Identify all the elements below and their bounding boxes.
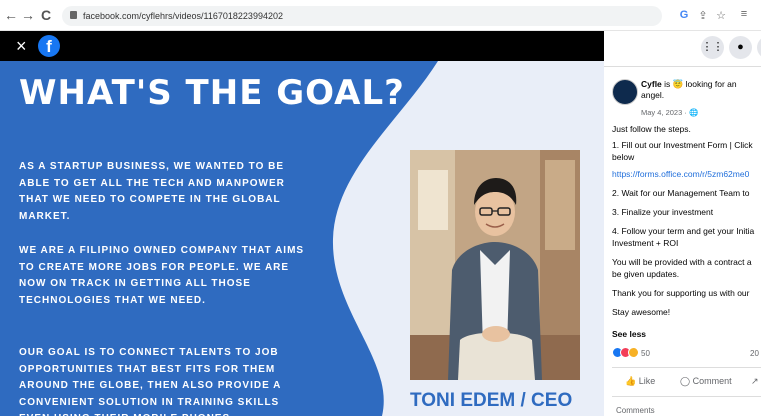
messenger-icon[interactable]: ● <box>729 36 752 59</box>
post-line-6: 3. Finalize your investment <box>612 207 714 217</box>
slide-paragraph-3: OUR GOAL IS TO CONNECT TALENTS TO JOB OP… <box>19 347 282 416</box>
ceo-caption: TONI EDEM / CEO <box>410 390 573 411</box>
like-label: Like <box>638 376 656 386</box>
comment-button[interactable]: ◯ Comment <box>680 376 732 387</box>
post-line-9: You will be provided with a contract a <box>612 257 752 267</box>
header-divider <box>604 66 761 67</box>
menu-grid-icon[interactable]: ⋮⋮ <box>701 36 724 59</box>
like-icon: 👍 <box>625 376 637 386</box>
see-less-link[interactable]: See less <box>612 329 646 341</box>
notifications-icon[interactable] <box>757 36 761 59</box>
investment-form-link[interactable]: https://forms.office.com/r/5zm62me0 <box>612 169 749 181</box>
post-line-7: 4. Follow your term and get your Initia <box>612 226 755 236</box>
post-line-5: 2. Wait for our Management Team to <box>612 188 750 198</box>
slide-headline: WHAT'S THE GOAL? <box>19 73 405 113</box>
post-line-3: below <box>612 152 635 162</box>
post-author: Cyfle is 😇 looking for an angel. <box>641 79 761 101</box>
post-line-8: Investment + ROI <box>612 238 679 248</box>
browser-toolbar: ← → C facebook.com/cyflehrs/videos/11670… <box>0 0 761 31</box>
viewer-topbar: × f <box>0 31 604 61</box>
author-avatar[interactable] <box>612 79 638 105</box>
google-icon[interactable]: G <box>678 9 690 21</box>
post-line-10: be given updates. <box>612 269 680 279</box>
forward-icon[interactable]: → <box>21 7 35 23</box>
comment-icon: ◯ <box>680 376 691 386</box>
close-icon[interactable]: × <box>16 35 27 57</box>
comments-header: Comments <box>616 406 655 415</box>
like-button[interactable]: 👍 Like <box>625 376 655 387</box>
comments-divider <box>612 396 761 397</box>
media-viewer: × f WHAT'S THE GOAL? AS A STARTUP BUSINE… <box>0 31 604 416</box>
star-icon[interactable]: ☆ <box>715 9 727 22</box>
facebook-logo-icon[interactable]: f <box>38 35 60 57</box>
browser-menu-icon[interactable]: ≡ <box>738 8 750 20</box>
post-date[interactable]: May 4, 2023 · 🌐 <box>641 108 698 117</box>
slide-paragraph-1: AS A STARTUP BUSINESS, WE WANTED TO BE A… <box>19 161 285 222</box>
author-name[interactable]: Cyfle <box>641 79 662 89</box>
video-frame[interactable]: WHAT'S THE GOAL? AS A STARTUP BUSINESS, … <box>0 61 604 416</box>
lock-icon <box>70 11 77 19</box>
reaction-count[interactable]: 50 <box>641 349 650 358</box>
care-reaction-icon <box>628 347 639 358</box>
comment-label: Comment <box>692 376 732 386</box>
post-panel: ⋮⋮ ● Cyfle is 😇 looking for an angel. Ma… <box>604 31 761 416</box>
post-line-11: Thank you for supporting us with our <box>612 288 750 298</box>
back-icon[interactable]: ← <box>4 7 18 23</box>
reload-icon[interactable]: C <box>39 7 53 23</box>
ceo-photo <box>410 150 580 380</box>
share-icon[interactable]: ↗ <box>751 376 759 387</box>
slide-paragraph-2: WE ARE A FILIPINO OWNED COMPANY THAT AIM… <box>19 245 305 306</box>
share-icon[interactable]: ⇪ <box>697 9 709 22</box>
post-line-12: Stay awesome! <box>612 307 671 317</box>
post-line-1: Just follow the steps. <box>612 124 691 134</box>
comment-count[interactable]: 20 <box>750 349 759 358</box>
url-text: facebook.com/cyflehrs/videos/11670182239… <box>83 11 283 21</box>
actions-divider <box>612 367 761 368</box>
address-bar[interactable]: facebook.com/cyflehrs/videos/11670182239… <box>62 6 726 26</box>
post-line-2: 1. Fill out our Investment Form | Click <box>612 140 753 150</box>
